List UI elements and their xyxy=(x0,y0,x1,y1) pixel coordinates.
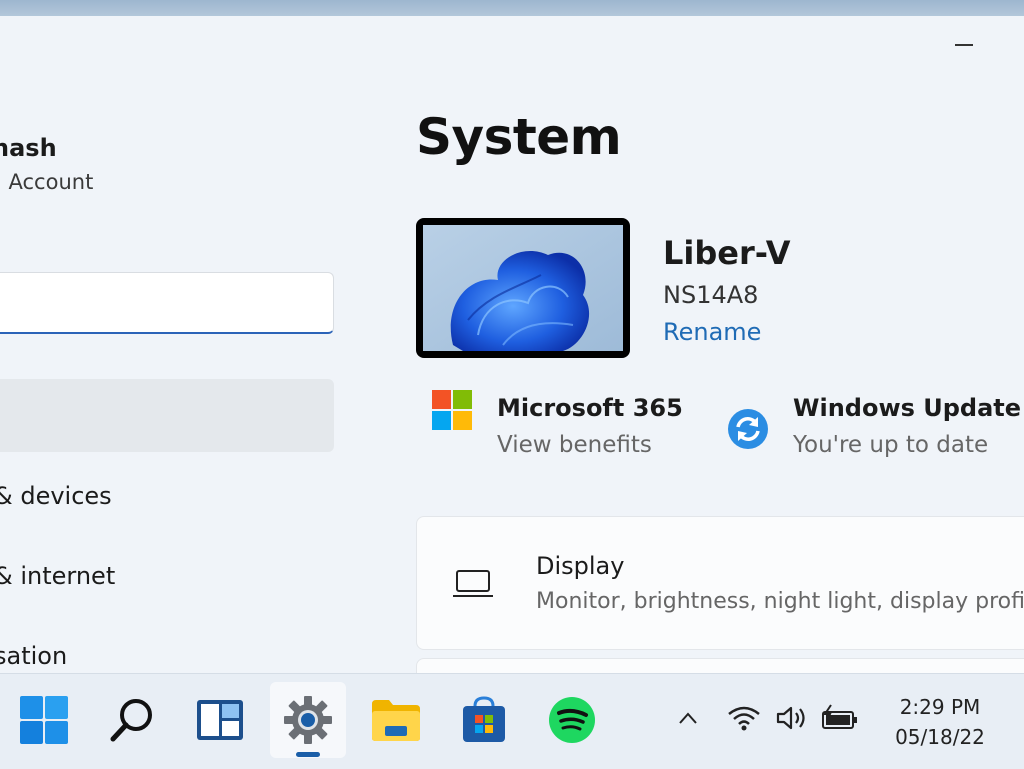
sidebar-item-personalisation[interactable]: sation xyxy=(0,642,67,670)
windows-update-title[interactable]: Windows Update xyxy=(793,394,1021,422)
laptop-icon xyxy=(453,570,493,597)
chevron-up-icon xyxy=(679,712,697,724)
minimize-icon xyxy=(955,44,973,46)
sidebar-item-network-internet[interactable]: & internet xyxy=(0,562,115,590)
device-wallpaper-thumbnail xyxy=(416,218,630,358)
settings-window: nash l Account & devices & internet sati… xyxy=(0,16,1024,673)
volume-icon xyxy=(776,706,805,730)
rename-link[interactable]: Rename xyxy=(663,318,761,346)
display-subtitle: Monitor, brightness, night light, displa… xyxy=(536,589,1024,614)
file-explorer-button[interactable] xyxy=(358,682,434,758)
sound-settings-card[interactable] xyxy=(416,658,1024,673)
active-app-indicator xyxy=(296,752,320,757)
taskbar: 2:29 PM 05/18/22 xyxy=(0,673,1024,769)
microsoft-365-subtitle: View benefits xyxy=(497,432,652,458)
minimize-button[interactable] xyxy=(940,30,988,60)
page-title: System xyxy=(416,108,622,166)
search-button[interactable] xyxy=(94,682,170,758)
display-title: Display xyxy=(536,552,625,580)
microsoft-store-button[interactable] xyxy=(446,682,522,758)
spotify-button[interactable] xyxy=(534,682,610,758)
device-model: NS14A8 xyxy=(663,281,759,309)
battery-icon xyxy=(822,704,857,729)
gear-icon xyxy=(284,696,332,744)
user-account-type: l Account xyxy=(0,170,94,194)
display-settings-card[interactable] xyxy=(416,516,1024,650)
store-icon xyxy=(463,696,505,742)
microsoft-365-icon[interactable] xyxy=(432,390,472,430)
start-button[interactable] xyxy=(6,682,82,758)
windows-update-icon[interactable] xyxy=(727,408,769,450)
clock-time: 2:29 PM xyxy=(899,695,981,719)
widgets-button[interactable] xyxy=(182,682,258,758)
windows-update-subtitle: You're up to date xyxy=(793,432,989,458)
taskbar-clock[interactable]: 2:29 PM 05/18/22 xyxy=(880,692,1000,752)
network-button[interactable] xyxy=(726,698,762,738)
search-icon xyxy=(110,699,152,742)
user-name: nash xyxy=(0,134,57,162)
windows-logo-icon xyxy=(20,696,68,744)
settings-search-input[interactable] xyxy=(0,272,334,334)
widgets-icon xyxy=(197,700,243,740)
desktop-wallpaper xyxy=(0,0,1024,16)
sidebar-item-system[interactable] xyxy=(0,379,334,452)
folder-icon xyxy=(372,700,420,741)
battery-button[interactable] xyxy=(820,698,860,738)
sidebar-item-bluetooth-devices[interactable]: & devices xyxy=(0,482,112,510)
microsoft-365-title[interactable]: Microsoft 365 xyxy=(497,394,683,422)
volume-button[interactable] xyxy=(774,698,810,738)
settings-taskbar-button[interactable] xyxy=(270,682,346,758)
wifi-icon xyxy=(728,706,760,731)
spotify-icon xyxy=(549,697,595,743)
windows-bloom-image xyxy=(423,225,623,351)
device-name: Liber-V xyxy=(663,234,791,272)
show-hidden-icons-button[interactable] xyxy=(676,698,700,738)
clock-date: 05/18/22 xyxy=(895,725,985,749)
